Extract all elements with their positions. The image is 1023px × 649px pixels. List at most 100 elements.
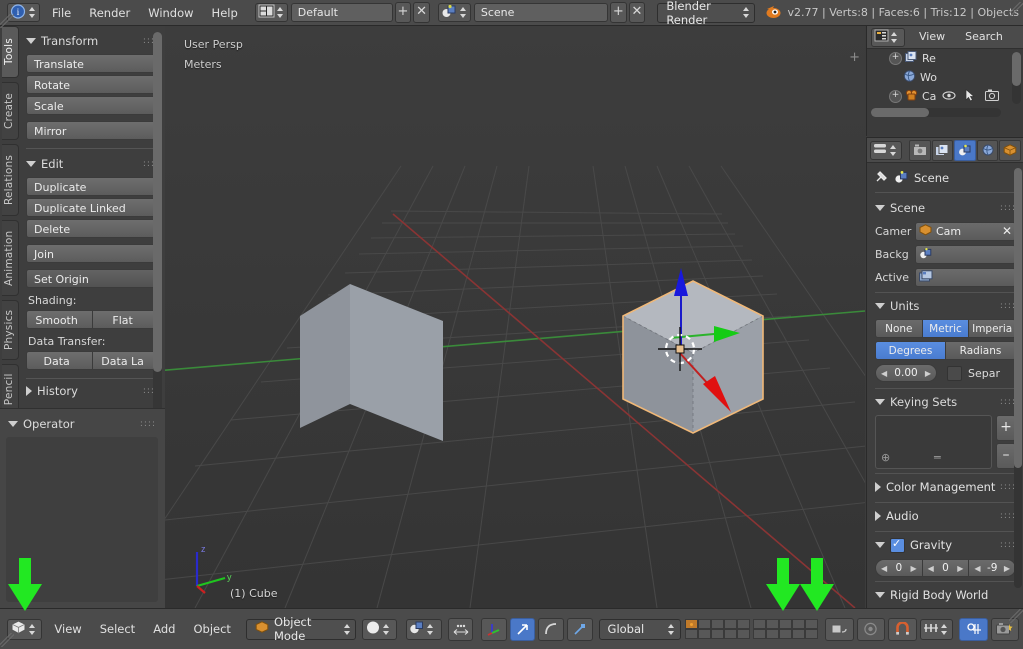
area-corner-grip[interactable] — [1009, 609, 1023, 623]
increment-arrow-icon[interactable]: ▶ — [957, 564, 963, 573]
units-system-metric[interactable]: Metric — [922, 319, 970, 338]
menu-window[interactable]: Window — [139, 1, 202, 25]
tool-tab-create[interactable]: Create — [2, 82, 19, 140]
scene-name[interactable]: Scene — [473, 3, 609, 22]
snap-toggle[interactable] — [888, 617, 917, 641]
decrement-arrow-icon[interactable]: ◀ — [881, 369, 887, 378]
units-scale-slider[interactable]: ◀ 0.00 ▶ — [875, 364, 937, 382]
camera-render-icon[interactable] — [985, 89, 1000, 104]
screen-layout-spinner-icon[interactable] — [276, 5, 285, 20]
panel-header-gravity[interactable]: Gravity :::: — [875, 531, 1016, 556]
decrement-arrow-icon[interactable]: ◀ — [928, 564, 934, 573]
units-system-imperial[interactable]: Imperia — [969, 319, 1017, 338]
layer-cell[interactable] — [792, 619, 806, 629]
gravity-x-field[interactable]: ◀ 0 ▶ — [875, 559, 923, 577]
mode-spinner-icon[interactable] — [343, 622, 352, 637]
pin-icon[interactable] — [875, 169, 889, 186]
cursor-icon[interactable] — [965, 88, 976, 105]
decrement-arrow-icon[interactable]: ◀ — [881, 564, 887, 573]
layer-cell[interactable] — [766, 619, 780, 629]
gravity-z-field[interactable]: ◀ -9 ▶ — [969, 559, 1017, 577]
tool-data-button[interactable]: Data — [26, 351, 93, 370]
tool-tab-relations[interactable]: Relations — [2, 144, 19, 216]
orientation-spinner-icon[interactable] — [667, 622, 676, 637]
manipulator-scale-toggle[interactable] — [567, 617, 593, 641]
editor-type-selector-outliner[interactable] — [871, 27, 905, 47]
tool-shade-flat-button[interactable]: Flat — [92, 310, 159, 329]
outliner-vertical-scrollbar[interactable] — [1012, 52, 1021, 104]
interaction-mode-selector[interactable]: Object Mode — [245, 615, 357, 643]
viewport-expand-icon[interactable]: + — [849, 50, 860, 65]
panel-header-scene[interactable]: Scene :::: — [875, 198, 1016, 218]
tool-delete-button[interactable]: Delete — [26, 219, 159, 238]
layer-cell[interactable] — [753, 629, 767, 639]
layer-block-2[interactable] — [753, 619, 819, 639]
scene-remove-button[interactable]: ✕ — [628, 2, 646, 23]
layer-cell[interactable] — [753, 619, 767, 629]
scene-camera-field[interactable]: Cam ✕ — [915, 221, 1016, 241]
area-corner-grip[interactable] — [1009, 2, 1023, 16]
view3d-menu-add[interactable]: Add — [144, 617, 184, 641]
panel-header-transform[interactable]: Transform :::: — [26, 31, 159, 51]
menu-file[interactable]: File — [43, 1, 80, 25]
expand-icon[interactable]: + — [889, 52, 902, 65]
pivot-align-toggle[interactable] — [447, 617, 474, 641]
tool-rotate-button[interactable]: Rotate — [26, 75, 159, 94]
pivot-point-selector[interactable] — [406, 618, 442, 640]
panel-header-rigid-body-world[interactable]: Rigid Body World — [875, 581, 1016, 606]
render-engine-selector[interactable]: Blender Render — [657, 0, 755, 27]
proportional-edit-toggle[interactable] — [856, 617, 886, 641]
panel-header-keying-sets[interactable]: Keying Sets :::: — [875, 388, 1016, 412]
layer-cell[interactable] — [805, 629, 819, 639]
screen-layout-name[interactable]: Default — [290, 3, 393, 22]
units-system-none[interactable]: None — [875, 319, 923, 338]
properties-tab-world[interactable] — [976, 139, 999, 161]
layer-cell[interactable] — [685, 629, 699, 639]
expand-icon[interactable]: + — [889, 90, 902, 103]
transform-orientation-selector[interactable]: Global — [598, 618, 682, 640]
layer-cell[interactable] — [737, 629, 751, 639]
view3d-menu-view[interactable]: View — [45, 617, 90, 641]
panel-header-operator[interactable]: Operator :::: — [8, 414, 156, 434]
tool-tab-tools[interactable]: Tools — [2, 26, 19, 78]
layer-cell[interactable] — [711, 619, 725, 629]
editor-type-spinner-icon[interactable] — [28, 5, 37, 20]
outliner-row-camera[interactable]: + Ca — [867, 87, 1023, 106]
shading-spinner-icon[interactable] — [382, 622, 391, 637]
menu-render[interactable]: Render — [80, 1, 139, 25]
menu-help[interactable]: Help — [203, 1, 247, 25]
eye-icon[interactable] — [942, 90, 956, 104]
keying-sets-list[interactable]: ⊕ ═ — [875, 415, 992, 469]
layer-block-1[interactable] — [685, 619, 751, 639]
properties-tab-object[interactable] — [999, 139, 1021, 161]
manipulator-translate-toggle[interactable] — [509, 617, 536, 641]
snap-target-toggle[interactable] — [959, 617, 988, 641]
tool-tab-animation[interactable]: Animation — [2, 220, 19, 296]
panel-header-color-management[interactable]: Color Management :::: — [875, 473, 1016, 498]
layer-cell[interactable] — [685, 619, 699, 629]
outliner-menu-view[interactable]: View — [909, 25, 955, 49]
tool-mirror-button[interactable]: Mirror — [26, 121, 159, 140]
tool-shelf-scrollbar[interactable] — [153, 32, 162, 412]
gravity-y-field[interactable]: ◀ 0 ▶ — [922, 559, 970, 577]
decrement-arrow-icon[interactable]: ◀ — [974, 564, 980, 573]
render-engine-spinner-icon[interactable] — [742, 5, 750, 20]
layer-cell[interactable] — [698, 619, 712, 629]
gravity-checkbox[interactable] — [890, 537, 905, 553]
units-rotation-degrees[interactable]: Degrees — [875, 341, 946, 360]
layer-cell[interactable] — [698, 629, 712, 639]
tool-duplicate-button[interactable]: Duplicate — [26, 177, 159, 196]
screen-layout-selector[interactable] — [254, 3, 288, 22]
view3d-menu-object[interactable]: Object — [184, 617, 239, 641]
tool-join-button[interactable]: Join — [26, 244, 159, 263]
editor-type-selector-properties[interactable] — [870, 140, 903, 160]
layer-cell[interactable] — [805, 619, 819, 629]
layer-cell[interactable] — [711, 629, 725, 639]
increment-arrow-icon[interactable]: ▶ — [1004, 564, 1010, 573]
lock-camera-toggle[interactable] — [825, 617, 854, 641]
properties-tab-render[interactable] — [909, 139, 931, 161]
screen-remove-button[interactable]: ✕ — [413, 2, 430, 23]
panel-header-audio[interactable]: Audio :::: — [875, 502, 1016, 527]
outliner-tree[interactable]: + Re Wo + Ca — [867, 49, 1023, 119]
area-corner-grip[interactable] — [0, 14, 14, 28]
